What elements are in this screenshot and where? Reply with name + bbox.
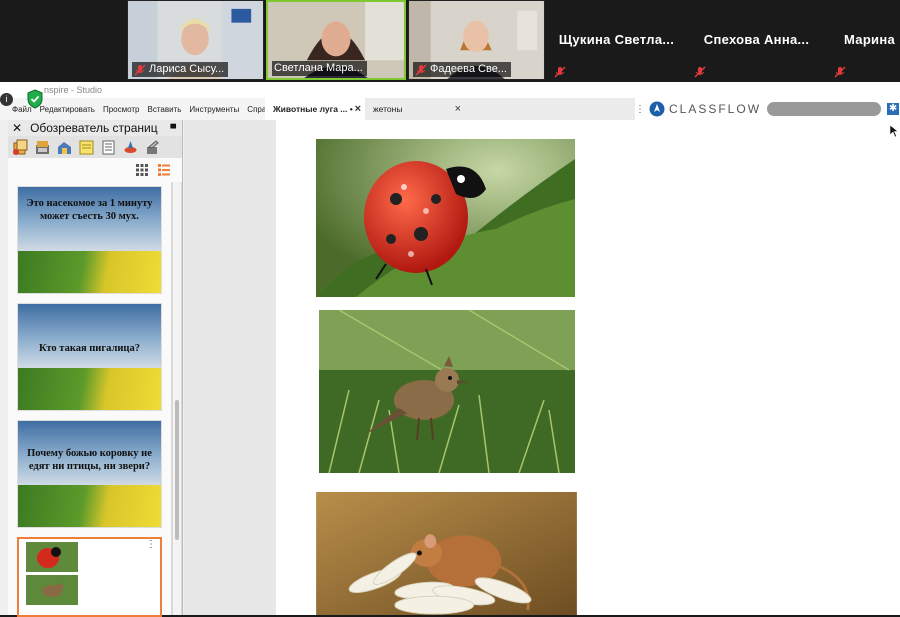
menu-view[interactable]: Просмотр bbox=[103, 105, 140, 114]
document-tabs: Животные луга ... • × жетоны × bbox=[265, 98, 635, 120]
menu-edit[interactable]: Редактировать bbox=[40, 105, 95, 114]
classflow-search-input[interactable] bbox=[767, 102, 882, 116]
scrollbar-thumb[interactable] bbox=[175, 400, 179, 540]
page-thumbnails: Это насекомое за 1 минуту может съесть 3… bbox=[8, 182, 171, 617]
thumbnail-field bbox=[18, 250, 161, 293]
thumbnail-sky bbox=[18, 304, 161, 370]
participant-tile-6[interactable]: Марина bbox=[828, 0, 900, 80]
thumbnail-question: Кто такая пигалица? bbox=[39, 343, 140, 354]
thumbnail-bird-image bbox=[26, 575, 78, 605]
classflow-wordmark: CLASSFLOW bbox=[669, 102, 762, 116]
participant-name: Спехова Анна... bbox=[703, 32, 810, 47]
close-icon[interactable]: × bbox=[355, 98, 361, 120]
participant-tile-2[interactable]: Светлана Мара... bbox=[266, 0, 406, 80]
info-icon[interactable]: i bbox=[0, 93, 13, 106]
page-thumbnail-selected[interactable]: ⋮ bbox=[17, 537, 162, 617]
harvest-mouse-photo[interactable] bbox=[314, 492, 579, 615]
canvas-margin bbox=[184, 120, 276, 615]
pin-icon[interactable]: ▀ bbox=[170, 124, 176, 133]
snowflake-icon[interactable]: ✱ bbox=[887, 103, 900, 115]
page-thumbnail[interactable]: Кто такая пигалица? bbox=[17, 303, 162, 411]
mic-muted-icon bbox=[554, 66, 566, 78]
thumbnail-ladybug-image bbox=[26, 542, 78, 572]
window-title: nspire - Studio bbox=[0, 82, 900, 98]
participant-tile-5[interactable]: Спехова Анна... bbox=[688, 0, 825, 80]
flipchart-canvas[interactable] bbox=[276, 120, 900, 615]
page-browser-tool-icon[interactable] bbox=[12, 139, 29, 156]
menu-insert[interactable]: Вставить bbox=[147, 105, 181, 114]
lark-photo[interactable] bbox=[319, 310, 575, 473]
tab-label: жетоны bbox=[373, 104, 403, 114]
mic-muted-icon bbox=[834, 66, 846, 78]
more-vertical-icon[interactable]: ⋮ bbox=[146, 539, 156, 550]
grid-view-icon[interactable] bbox=[136, 164, 148, 176]
tab-label: Животные луга ... • bbox=[273, 104, 353, 114]
classflow-bar: ⋮ CLASSFLOW ✱ bbox=[635, 98, 900, 120]
view-toggle-row bbox=[8, 158, 182, 182]
close-icon[interactable]: ✕ bbox=[12, 121, 22, 135]
menu-tools[interactable]: Инструменты bbox=[189, 105, 239, 114]
participant-name: Щукина Светла... bbox=[558, 32, 675, 47]
meeting-video-strip: Лариса Сысу... Светлана Мара... Фадеева … bbox=[0, 0, 900, 82]
participant-name: Марина bbox=[844, 32, 896, 47]
mic-muted-icon bbox=[415, 63, 427, 76]
list-view-icon[interactable] bbox=[158, 164, 170, 176]
participant-tile-1[interactable]: Лариса Сысу... bbox=[127, 0, 264, 80]
thumbnail-field bbox=[18, 484, 161, 527]
thumbnail-field bbox=[18, 367, 161, 410]
ladybug-photo[interactable] bbox=[316, 139, 575, 297]
property-browser-icon[interactable] bbox=[100, 139, 117, 156]
objects-browser-icon[interactable] bbox=[56, 139, 73, 156]
inspire-app-window: nspire - Studio i Файл Редактировать Про… bbox=[0, 82, 900, 617]
close-icon[interactable]: × bbox=[455, 98, 461, 120]
page-browser-panel: ✕ Обозреватель страниц ▀ Это насекомое з… bbox=[8, 120, 183, 617]
resource-browser-icon[interactable] bbox=[34, 139, 51, 156]
page-thumbnail[interactable]: Почему божью коровку не едят ни птицы, н… bbox=[17, 420, 162, 528]
participant-name-tag: Лариса Сысу... bbox=[132, 62, 229, 77]
thumbnail-scrollbar[interactable] bbox=[173, 182, 181, 615]
page-browser-title: Обозреватель страниц bbox=[30, 121, 158, 135]
browser-toolbar bbox=[8, 136, 182, 158]
mouse-pointer-icon bbox=[890, 125, 899, 137]
tab-meadow-animals[interactable]: Животные луга ... • × bbox=[265, 98, 365, 120]
voting-browser-icon[interactable] bbox=[144, 139, 161, 156]
action-browser-icon[interactable] bbox=[122, 139, 139, 156]
thumbnail-question: Почему божью коровку не едят ни птицы, н… bbox=[27, 448, 152, 472]
participant-name-tag: Фадеева Све... bbox=[413, 62, 511, 77]
tab-tokens[interactable]: жетоны × bbox=[365, 98, 465, 120]
classflow-logo-icon bbox=[649, 101, 665, 117]
more-vertical-icon[interactable]: ⋮ bbox=[635, 104, 645, 115]
participant-name-tag: Светлана Мара... bbox=[272, 61, 367, 76]
thumbnail-question: Это насекомое за 1 минуту может съесть 3… bbox=[26, 198, 153, 222]
security-shield-icon[interactable] bbox=[26, 89, 44, 109]
page-thumbnail[interactable]: Это насекомое за 1 минуту может съесть 3… bbox=[17, 186, 162, 294]
participant-tile-4[interactable]: Щукина Светла... bbox=[548, 0, 685, 80]
mic-muted-icon bbox=[694, 66, 706, 78]
page-browser-header: ✕ Обозреватель страниц ▀ bbox=[8, 120, 182, 136]
mic-muted-icon bbox=[134, 63, 146, 76]
participant-tile-3[interactable]: Фадеева Све... bbox=[408, 0, 545, 80]
notes-browser-icon[interactable] bbox=[78, 139, 95, 156]
